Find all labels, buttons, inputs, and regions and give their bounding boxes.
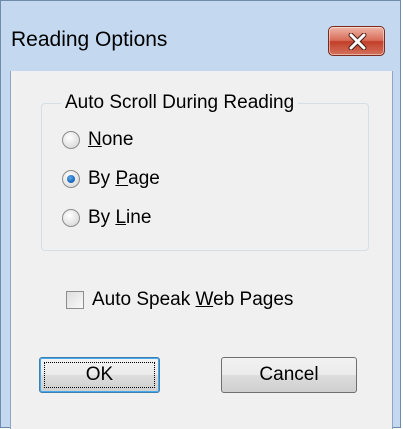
ok-button[interactable]: OK (39, 357, 160, 393)
focus-ring (44, 362, 155, 388)
radio-by-line[interactable]: By Line (62, 206, 151, 230)
radio-by-line-label: By Line (88, 207, 152, 228)
close-button[interactable] (328, 26, 385, 56)
radio-by-page-indicator[interactable] (62, 170, 80, 188)
title-bar[interactable]: Reading Options (1, 1, 400, 71)
radio-by-page-label: By Page (88, 168, 160, 189)
auto-speak-label: Auto Speak Web Pages (92, 289, 294, 310)
auto-speak-checkbox[interactable] (66, 291, 84, 309)
radio-none-label: None (88, 129, 134, 150)
radio-by-line-indicator[interactable] (62, 209, 80, 227)
auto-speak-checkbox-row[interactable]: Auto Speak Web Pages (66, 288, 293, 312)
auto-scroll-group-label: Auto Scroll During Reading (61, 92, 299, 114)
cancel-button-label: Cancel (259, 364, 319, 385)
dialog-body: Auto Scroll During Reading None By Page … (10, 71, 393, 429)
radio-none-indicator[interactable] (62, 131, 80, 149)
close-icon (348, 33, 367, 50)
radio-by-page[interactable]: By Page (62, 167, 160, 191)
radio-none[interactable]: None (62, 128, 133, 152)
dialog-title: Reading Options (11, 28, 168, 51)
cancel-button[interactable]: Cancel (221, 357, 357, 393)
reading-options-dialog: Reading Options Auto Scroll During Readi… (0, 0, 401, 429)
